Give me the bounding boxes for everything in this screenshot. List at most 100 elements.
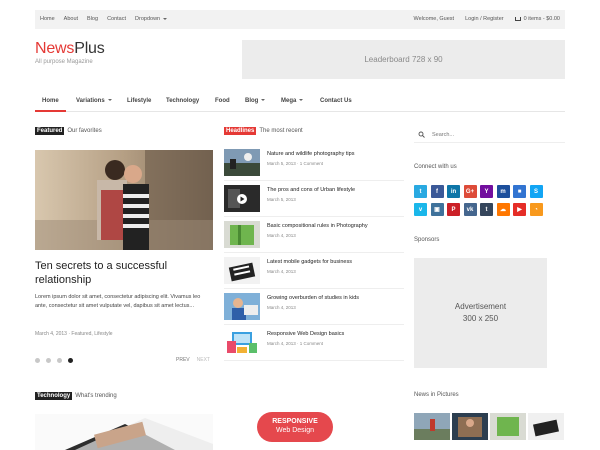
ad-label: Advertisement: [454, 302, 507, 311]
headline-title: The pros and cons of Urban lifestyle: [267, 187, 356, 193]
main-nav-blog[interactable]: Blog: [245, 98, 266, 104]
tumblr-icon[interactable]: t: [480, 203, 493, 216]
delicious-icon[interactable]: ■: [513, 185, 526, 198]
headline-meta: March 4, 2013 · 1 Comment: [267, 341, 324, 346]
twitter-icon[interactable]: t: [414, 185, 427, 198]
search-placeholder: Search...: [432, 132, 455, 138]
featured-tag: Featured: [35, 127, 65, 135]
top-nav-dropdown-label: Dropdown: [135, 16, 161, 22]
leaderboard-ad[interactable]: Leaderboard 728 x 90: [242, 40, 565, 79]
linkedin-icon[interactable]: in: [447, 185, 460, 198]
rss-icon[interactable]: ◔: [529, 203, 543, 216]
slider-dot-active[interactable]: [68, 358, 73, 363]
slider-nav: PREV NEXT: [176, 357, 210, 363]
picture-thumbnail[interactable]: [528, 413, 564, 440]
kid-photo-icon: [224, 293, 260, 320]
facebook-icon[interactable]: f: [430, 185, 444, 198]
next-button[interactable]: NEXT: [197, 357, 210, 363]
responsive-badge[interactable]: RESPONSIVE Web Design: [257, 412, 333, 442]
headline-meta: March 4, 2013: [267, 269, 296, 274]
slider-dots: [35, 358, 73, 363]
headlines-heading: Headlines The most recent: [224, 127, 303, 135]
cart-link[interactable]: 0 items - $0.00: [514, 16, 560, 22]
top-nav-contact[interactable]: Contact: [107, 16, 126, 22]
leaderboard-label: Leaderboard 728 x 90: [364, 55, 443, 64]
handshake-photo-icon: [35, 414, 213, 450]
slider-dot[interactable]: [35, 358, 40, 363]
vimeo-icon[interactable]: v: [414, 203, 427, 216]
top-bar: Home About Blog Contact Dropdown Welcome…: [35, 10, 565, 29]
headline-title: Growing overburden of studies in kids: [267, 295, 360, 301]
main-nav-variations-label: Variations: [76, 98, 105, 104]
gadget-photo-icon: [224, 257, 260, 284]
main-nav-technology[interactable]: Technology: [166, 98, 199, 104]
main-nav-contact-us[interactable]: Contact Us: [320, 98, 352, 104]
divider: [224, 252, 404, 253]
video-thumbnail-icon: [224, 185, 260, 212]
headline-item[interactable]: Latest mobile gadgets for business March…: [224, 257, 404, 287]
youtube-icon[interactable]: ▶: [513, 203, 526, 216]
slider-dot[interactable]: [57, 358, 62, 363]
soundcloud-icon[interactable]: ☁: [496, 203, 510, 216]
vk-icon[interactable]: vk: [463, 203, 477, 216]
search-icon: [418, 131, 425, 140]
site-tagline: All purpose Magazine: [35, 59, 93, 65]
headline-item[interactable]: Basic compositional rules in Photography…: [224, 221, 404, 251]
prev-button[interactable]: PREV: [176, 357, 190, 363]
pinterest-icon[interactable]: P: [447, 203, 460, 216]
headline-title: Nature and wildlife photography tips: [267, 151, 355, 157]
divider: [224, 180, 404, 181]
headlines-subtitle: The most recent: [259, 128, 303, 134]
top-nav-about[interactable]: About: [64, 16, 78, 22]
main-nav-mega-label: Mega: [281, 98, 297, 104]
headlines-tag: Headlines: [224, 127, 257, 135]
headline-item[interactable]: Responsive Web Design basics March 4, 20…: [224, 329, 404, 359]
devices-illustration-icon: [224, 329, 260, 356]
main-nav-mega[interactable]: Mega: [281, 98, 304, 104]
headline-thumbnail: [224, 185, 260, 212]
top-nav-blog[interactable]: Blog: [87, 16, 98, 22]
ad-size: 300 x 250: [462, 314, 499, 323]
headline-item[interactable]: The pros and cons of Urban lifestyle Mar…: [224, 185, 404, 215]
main-nav-variations[interactable]: Variations: [76, 98, 112, 104]
site-logo[interactable]: NewsPlus: [35, 40, 105, 58]
myspace-icon[interactable]: m: [496, 185, 510, 198]
main-nav-home[interactable]: Home: [35, 98, 66, 112]
sponsor-ad[interactable]: Advertisement 300 x 250: [414, 258, 547, 368]
yahoo-icon[interactable]: Y: [480, 185, 493, 198]
divider: [224, 360, 404, 361]
headline-item[interactable]: Nature and wildlife photography tips Mar…: [224, 149, 404, 179]
instagram-icon[interactable]: ▣: [430, 203, 444, 216]
featured-title[interactable]: Ten secrets to a successful relationship: [35, 259, 213, 287]
nature-photo-icon: [224, 149, 260, 176]
picture-thumbnail[interactable]: [452, 413, 488, 440]
main-nav-lifestyle[interactable]: Lifestyle: [127, 98, 151, 104]
top-nav-home[interactable]: Home: [40, 16, 55, 22]
picture-thumbnail[interactable]: [414, 413, 450, 440]
top-bar-right: Welcome, Guest Login / Register 0 items …: [414, 16, 560, 22]
headline-meta: March 4, 2013: [267, 305, 296, 310]
top-nav-dropdown[interactable]: Dropdown: [135, 16, 168, 22]
slider-dot[interactable]: [46, 358, 51, 363]
featured-meta: March 4, 2013 · Featured, Lifestyle: [35, 331, 113, 337]
picture-thumbnail[interactable]: [490, 413, 526, 440]
technology-subtitle: What's trending: [75, 393, 117, 399]
couple-photo-icon: [35, 150, 213, 250]
googleplus-icon[interactable]: G+: [463, 185, 477, 198]
skype-icon[interactable]: S: [529, 185, 543, 198]
photo-icon: [490, 413, 526, 440]
sponsors-heading: Sponsors: [414, 237, 440, 243]
headline-meta: March 5, 2013 · 1 Comment: [267, 161, 324, 166]
featured-heading: Featured Our favorites: [35, 127, 102, 135]
headline-item[interactable]: Growing overburden of studies in kids Ma…: [224, 293, 404, 323]
featured-image[interactable]: [35, 150, 213, 250]
featured-excerpt: Lorem ipsum dolor sit amet, consectetur …: [35, 294, 201, 309]
trending-image[interactable]: [35, 414, 213, 450]
search-box[interactable]: Search...: [414, 129, 565, 143]
welcome-text: Welcome, Guest: [413, 16, 455, 22]
login-register-link[interactable]: Login / Register: [465, 16, 504, 22]
top-nav: Home About Blog Contact Dropdown: [40, 16, 168, 22]
main-nav-food[interactable]: Food: [215, 98, 230, 104]
headline-thumbnail: [224, 221, 260, 248]
main-nav-blog-label: Blog: [245, 98, 259, 104]
